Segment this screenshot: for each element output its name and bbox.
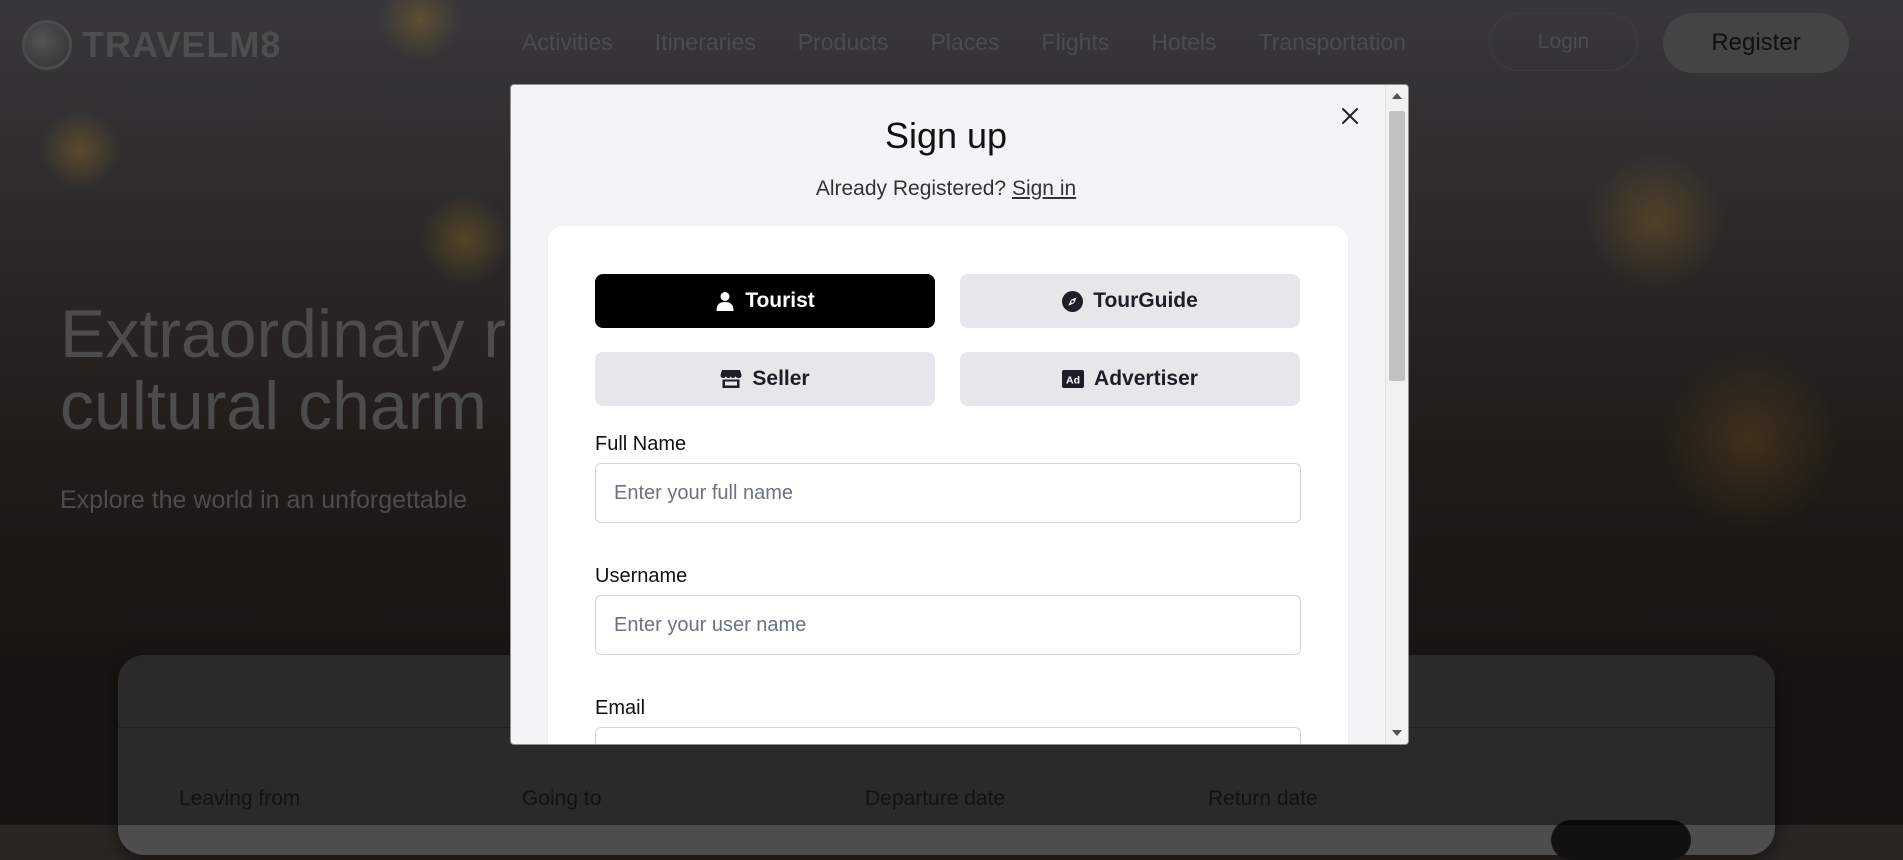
role-tourguide-button[interactable]: TourGuide	[960, 274, 1300, 328]
role-tourist-label: Tourist	[745, 289, 815, 312]
role-advertiser-label: Advertiser	[1094, 367, 1198, 390]
scroll-down-icon	[1392, 730, 1402, 736]
scrollbar-thumb[interactable]	[1389, 111, 1405, 381]
signup-modal: Sign up Already Registered? Sign in Tour…	[510, 84, 1409, 745]
role-advertiser-button[interactable]: Ad Advertiser	[960, 352, 1300, 406]
search-button[interactable]	[1551, 820, 1691, 860]
svg-text:Ad: Ad	[1066, 375, 1080, 387]
role-seller-label: Seller	[752, 367, 810, 390]
email-label: Email	[595, 697, 646, 719]
compass-icon	[1062, 290, 1084, 312]
modal-title: Sign up	[884, 115, 1008, 156]
username-label: Username	[595, 565, 688, 587]
full-name-label: Full Name	[595, 433, 687, 455]
full-name-input[interactable]	[595, 463, 1301, 523]
scroll-up-icon	[1392, 93, 1402, 99]
role-tourguide-label: TourGuide	[1093, 289, 1198, 312]
signup-form: Tourist TourGuide Seller Ad Advertiser F…	[548, 226, 1348, 744]
ad-icon: Ad	[1062, 370, 1085, 388]
sign-in-link[interactable]: Sign in	[1012, 177, 1076, 200]
email-input[interactable]	[595, 727, 1301, 744]
store-icon	[720, 370, 742, 388]
username-input[interactable]	[595, 595, 1301, 655]
scroll-down-arrow[interactable]	[1386, 724, 1408, 742]
modal-scrollbar[interactable]	[1385, 85, 1408, 744]
role-seller-button[interactable]: Seller	[595, 352, 935, 406]
scroll-up-arrow[interactable]	[1386, 87, 1408, 105]
role-tourist-button[interactable]: Tourist	[595, 274, 935, 328]
already-registered-line: Already Registered? Sign in	[511, 177, 1381, 201]
already-registered-text: Already Registered?	[815, 177, 1007, 200]
user-icon	[716, 292, 734, 311]
